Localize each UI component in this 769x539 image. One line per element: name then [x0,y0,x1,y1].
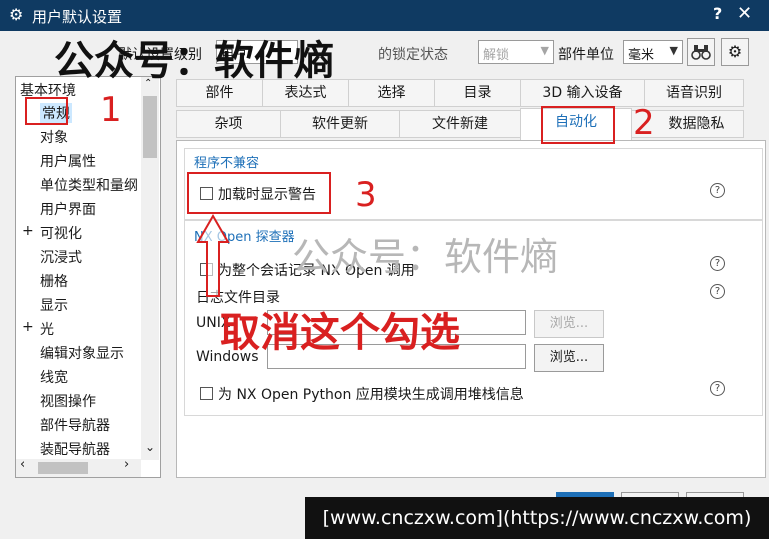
compat-group-title: 程序不兼容 [194,156,260,171]
tree-item[interactable]: 显示 [40,295,68,315]
tree-hscroll-thumb[interactable] [38,462,88,474]
window-title: 用户默认设置 [32,8,123,26]
annotation-box-2 [541,106,615,144]
tree-item[interactable]: 对象 [40,127,68,147]
settings-gear-icon: ⚙ [727,42,743,61]
tree-item[interactable]: 用户界面 [40,199,96,219]
windows-browse-button[interactable]: 浏览... [534,344,604,372]
scroll-down-icon[interactable]: ⌄ [145,440,155,454]
gear-icon: ⚙ [9,5,24,24]
tab-new-file[interactable]: 文件新建 [399,110,521,138]
chevron-down-icon: ▼ [540,44,549,57]
scroll-right-icon[interactable]: › [124,457,129,472]
up-arrow-icon [196,214,230,297]
annotation-box-3 [187,172,331,214]
binoculars-icon [691,45,711,60]
annotation-number-2: 2 [633,103,655,143]
scroll-left-icon[interactable]: ‹ [20,457,25,472]
chevron-down-icon: ▼ [669,44,678,57]
find-button[interactable] [687,38,715,66]
tree-item[interactable]: 编辑对象显示 [40,343,124,363]
tree-scroll-thumb[interactable] [143,96,157,158]
tab-selection[interactable]: 选择 [348,79,435,107]
tree-item[interactable]: 用户属性 [40,151,96,171]
lock-label: 的锁定状态 [378,47,448,63]
tree-item[interactable]: 线宽 [40,367,68,387]
python-stack-label: 为 NX Open Python 应用模块生成调用堆栈信息 [218,387,524,403]
tree-item[interactable]: 装配导航器 [40,439,110,459]
help-icon[interactable]: ? [710,284,725,299]
tree-item[interactable]: 光 [40,319,54,339]
tab-3d-input[interactable]: 3D 输入设备 [520,79,645,107]
tab-misc[interactable]: 杂项 [176,110,281,138]
tree-item[interactable]: 部件导航器 [40,415,110,435]
tab-software-update[interactable]: 软件更新 [280,110,400,138]
instruction-text: 取消这个勾选 [220,310,460,356]
close-button[interactable]: ✕ [737,3,752,24]
tab-directory[interactable]: 目录 [434,79,521,107]
settings-button[interactable]: ⚙ [721,38,749,66]
annotation-box-1 [25,97,68,125]
tree-item[interactable]: 栅格 [40,271,68,291]
help-icon[interactable]: ? [710,183,725,198]
unit-label: 部件单位 [558,47,614,63]
tab-voice[interactable]: 语音识别 [644,79,744,107]
lock-select[interactable]: 解锁 ▼ [478,40,554,64]
help-icon[interactable]: ? [710,381,725,396]
help-icon[interactable]: ? [710,256,725,271]
tree-item[interactable]: 沉浸式 [40,247,82,267]
tree-item[interactable]: 单位类型和量纲 [40,175,140,195]
unix-browse-button[interactable]: 浏览... [534,310,604,338]
watermark-faint: 公众号：软件熵 [292,235,559,279]
tree-item[interactable]: 可视化 [40,223,82,243]
annotation-number-3: 3 [355,175,377,215]
help-button[interactable]: ? [713,4,722,23]
watermark: 公众号：软件熵 [54,38,334,84]
tree-item[interactable]: 视图操作 [40,391,96,411]
title-bar: ⚙ 用户默认设置 ? ✕ [0,0,769,31]
python-stack-checkbox[interactable] [200,387,213,400]
expand-icon[interactable]: + [22,223,34,239]
expand-icon[interactable]: + [22,319,34,335]
annotation-number-1: 1 [100,90,122,130]
unit-select[interactable]: 毫米 ▼ [623,40,683,64]
source-banner: [www.cnczxw.com](https://www.cnczxw.com) [305,497,769,539]
